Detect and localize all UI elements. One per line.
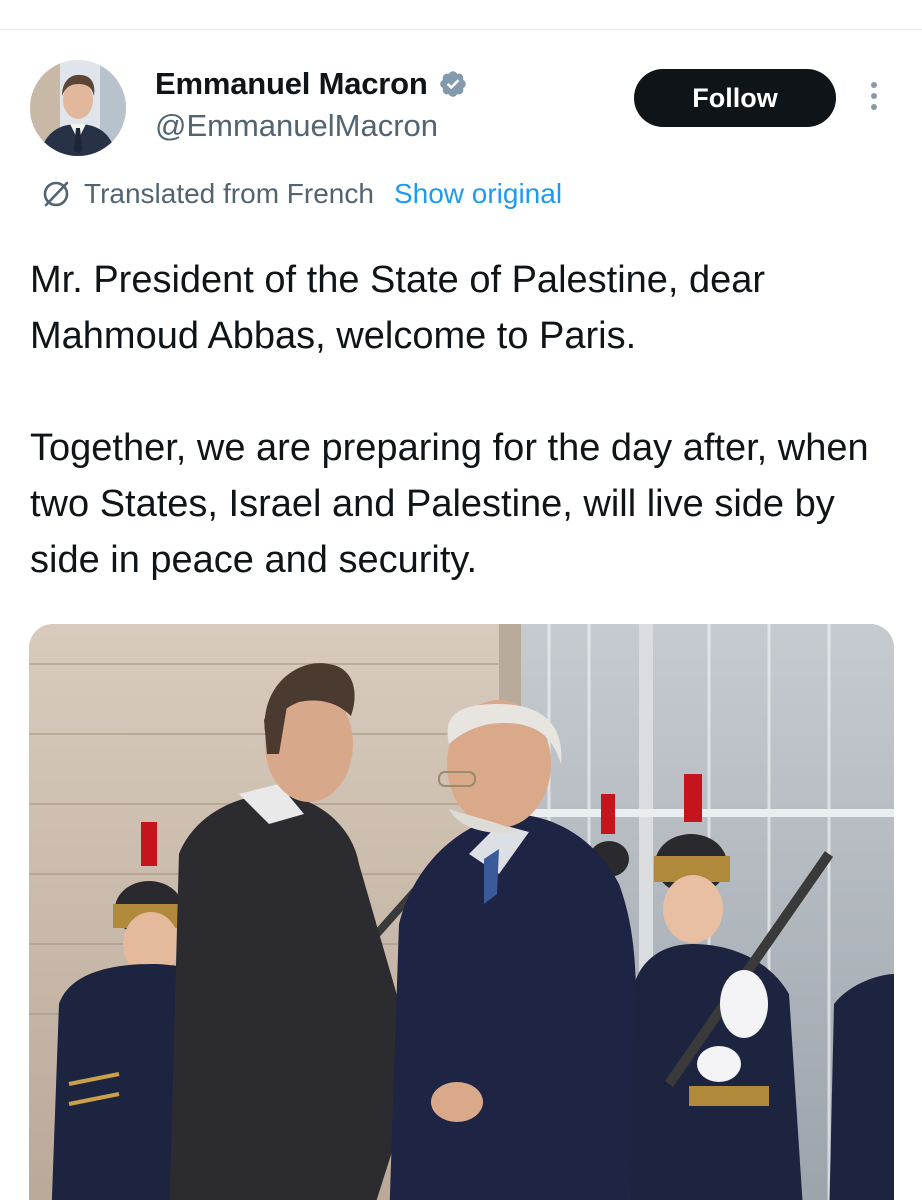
follow-button[interactable]: Follow	[634, 69, 836, 127]
author-display-name[interactable]: Emmanuel Macron	[155, 66, 428, 102]
verified-badge-icon	[438, 69, 468, 99]
avatar-photo	[30, 60, 126, 156]
photo-illustration	[29, 624, 894, 1200]
translated-label: Translated from French	[84, 178, 374, 209]
handshake	[431, 1082, 483, 1122]
more-options-icon[interactable]	[866, 82, 882, 116]
author-name-row[interactable]: Emmanuel Macron	[155, 66, 468, 102]
translate-icon	[40, 178, 72, 210]
author-handle[interactable]: @EmmanuelMacron	[155, 108, 438, 144]
top-divider	[0, 29, 922, 30]
guard-far-right	[829, 974, 894, 1200]
tweet-paragraph: Together, we are preparing for the day a…	[30, 427, 869, 581]
show-original-link[interactable]: Show original	[394, 178, 562, 210]
tweet-paragraph: Mr. President of the State of Palestine,…	[30, 259, 766, 357]
translation-notice: Translated from French Show original	[40, 178, 562, 210]
tweet-text: Mr. President of the State of Palestine,…	[30, 252, 900, 588]
tweet-photo[interactable]	[29, 624, 894, 1200]
tweet-view: Emmanuel Macron @EmmanuelMacron Follow T…	[0, 0, 922, 1200]
avatar[interactable]	[30, 60, 126, 156]
